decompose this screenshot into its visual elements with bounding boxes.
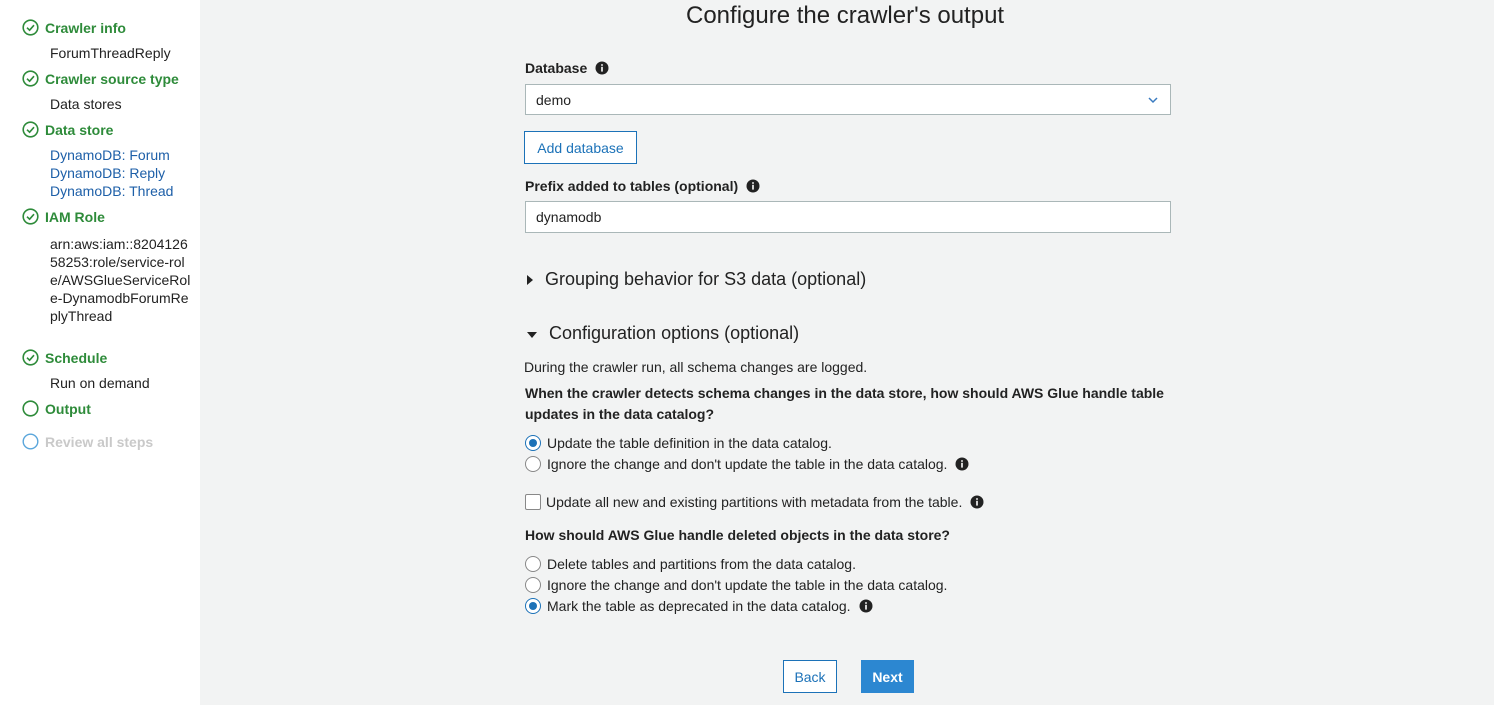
step-value: ForumThreadReply	[50, 45, 171, 61]
radio-selected[interactable]	[525, 598, 541, 614]
delete-option-ignore[interactable]: Ignore the change and don't update the t…	[525, 577, 947, 593]
database-label-text: Database	[525, 60, 588, 76]
step-review-all-steps: Review all steps	[22, 433, 153, 450]
update-partitions-option[interactable]: Update all new and existing partitions w…	[525, 494, 984, 510]
prefix-label-text: Prefix added to tables (optional)	[525, 178, 739, 194]
database-label: Database	[525, 60, 609, 76]
deleted-objects-question: How should AWS Glue handle deleted objec…	[525, 527, 950, 543]
info-icon[interactable]	[595, 61, 609, 75]
delete-option-deprecate[interactable]: Mark the table as deprecated in the data…	[525, 598, 873, 614]
step-value: Run on demand	[50, 375, 150, 391]
info-icon[interactable]	[970, 495, 984, 509]
option-label: Ignore the change and don't update the t…	[547, 577, 948, 593]
option-label: Delete tables and partitions from the da…	[547, 556, 856, 572]
database-select-value: demo	[536, 91, 572, 108]
data-store-link-thread[interactable]: DynamoDB: Thread	[50, 182, 173, 200]
step-title: Output	[45, 400, 91, 417]
add-database-button[interactable]: Add database	[524, 131, 637, 164]
info-icon[interactable]	[746, 179, 760, 193]
grouping-behavior-label: Grouping behavior for S3 data (optional)	[545, 269, 867, 289]
step-value: Data stores	[50, 96, 122, 112]
step-data-store[interactable]: Data store	[22, 121, 113, 138]
step-crawler-source-type[interactable]: Crawler source type	[22, 70, 179, 87]
step-title: IAM Role	[45, 208, 105, 225]
back-button[interactable]: Back	[783, 660, 837, 693]
schema-option-ignore[interactable]: Ignore the change and don't update the t…	[525, 456, 969, 472]
data-store-link-reply[interactable]: DynamoDB: Reply	[50, 164, 165, 182]
check-circle-icon	[22, 19, 39, 36]
info-icon[interactable]	[955, 457, 969, 471]
option-label: Ignore the change and don't update the t…	[547, 456, 948, 472]
configuration-options-toggle[interactable]: Configuration options (optional)	[527, 323, 799, 344]
circle-icon	[22, 433, 39, 450]
radio[interactable]	[525, 577, 541, 593]
option-label: Mark the table as deprecated in the data…	[547, 598, 851, 614]
radio[interactable]	[525, 456, 541, 472]
step-title: Crawler info	[45, 19, 126, 36]
schema-log-note: During the crawler run, all schema chang…	[524, 359, 868, 375]
step-schedule[interactable]: Schedule	[22, 349, 107, 366]
radio[interactable]	[525, 556, 541, 572]
next-button[interactable]: Next	[861, 660, 914, 693]
step-crawler-info[interactable]: Crawler info	[22, 19, 126, 36]
iam-role-arn: arn:aws:iam::820412658253:role/service-r…	[50, 236, 191, 324]
check-circle-icon	[22, 349, 39, 366]
step-iam-role[interactable]: IAM Role	[22, 208, 105, 225]
option-label: Update the table definition in the data …	[547, 435, 832, 451]
step-title: Data store	[45, 121, 114, 138]
grouping-behavior-toggle[interactable]: Grouping behavior for S3 data (optional)	[527, 269, 866, 290]
check-circle-icon	[22, 70, 39, 87]
prefix-input[interactable]	[525, 201, 1171, 233]
check-circle-icon	[22, 121, 39, 138]
chevron-down-icon	[1148, 97, 1158, 104]
step-output[interactable]: Output	[22, 400, 91, 417]
caret-right-icon	[527, 274, 533, 285]
caret-down-icon	[527, 331, 537, 338]
configuration-options-label: Configuration options (optional)	[549, 323, 800, 343]
info-icon[interactable]	[859, 599, 873, 613]
wizard-sidebar: Crawler info ForumThreadReply Crawler so…	[0, 0, 200, 705]
check-circle-icon	[22, 208, 39, 225]
prefix-label: Prefix added to tables (optional)	[525, 178, 760, 194]
delete-option-delete[interactable]: Delete tables and partitions from the da…	[525, 556, 856, 572]
page-title: Configure the crawler's output	[686, 2, 1005, 29]
schema-change-question: When the crawler detects schema changes …	[525, 385, 1164, 422]
data-store-link-forum[interactable]: DynamoDB: Forum	[50, 146, 170, 164]
circle-icon	[22, 400, 39, 417]
schema-option-update[interactable]: Update the table definition in the data …	[525, 435, 832, 451]
database-select[interactable]: demo	[525, 84, 1171, 115]
update-partitions-checkbox[interactable]	[525, 494, 541, 510]
step-title: Schedule	[45, 349, 108, 366]
option-label: Update all new and existing partitions w…	[546, 494, 963, 510]
step-title: Review all steps	[45, 433, 154, 450]
step-title: Crawler source type	[45, 70, 179, 87]
radio-selected[interactable]	[525, 435, 541, 451]
